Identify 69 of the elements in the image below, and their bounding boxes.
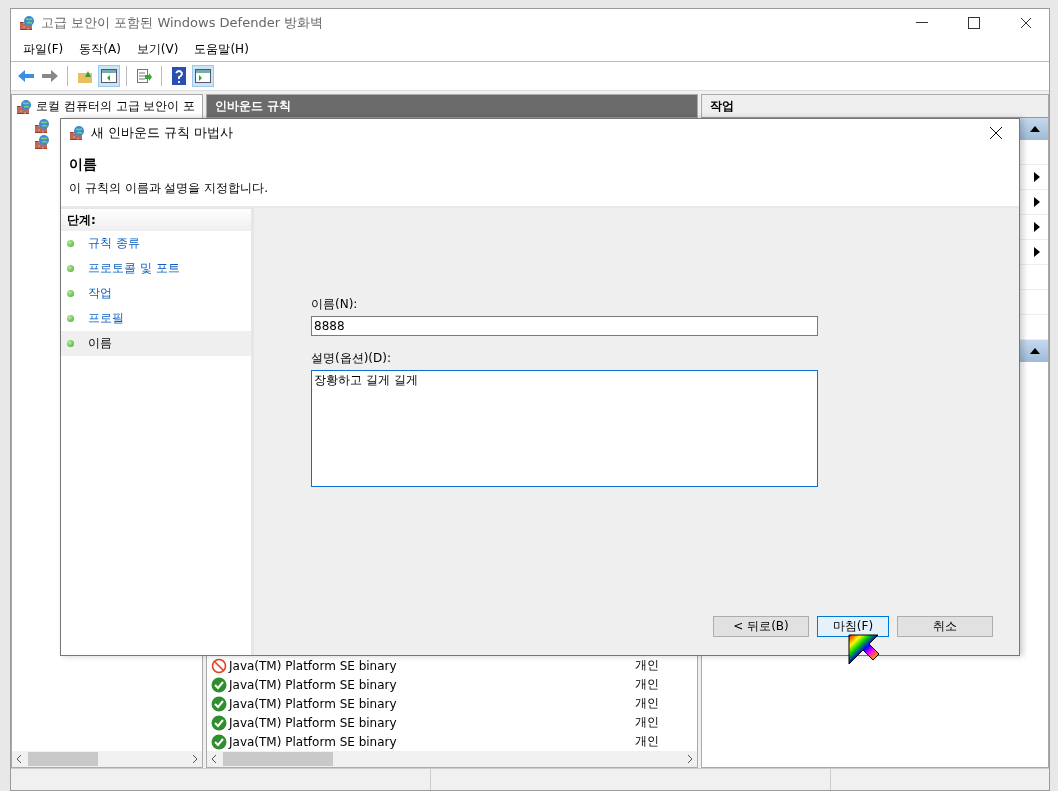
submenu-arrow-icon: [1034, 172, 1040, 182]
status-dot-icon: [67, 315, 74, 322]
cursor-icon: [848, 634, 880, 666]
scroll-left-icon[interactable]: [16, 754, 22, 764]
rule-name[interactable]: Java(TM) Platform SE binary: [229, 734, 397, 749]
dialog-title: 새 인바운드 규칙 마법사: [91, 123, 235, 142]
menu-item[interactable]: 동작(A): [71, 38, 129, 60]
firewall-icon: [16, 98, 32, 115]
rule-name[interactable]: Java(TM) Platform SE binary: [229, 677, 397, 692]
rule-name[interactable]: Java(TM) Platform SE binary: [229, 715, 397, 730]
collapse-arrow-icon: [1030, 126, 1040, 132]
menu-item[interactable]: 파일(F): [15, 38, 72, 60]
status-dot-icon: [67, 290, 74, 297]
page-description: 이 규칙의 이름과 설명을 지정합니다.: [69, 179, 270, 197]
pane-title: 인바운드 규칙: [207, 95, 697, 118]
profile-cell: 개인: [635, 733, 659, 750]
step-item[interactable]: 이름: [61, 331, 251, 356]
profile-cell: 개인: [635, 657, 659, 674]
dialog-button[interactable]: 취소: [897, 616, 993, 637]
status-dot-icon: [67, 240, 74, 247]
check-icon: [211, 676, 227, 693]
submenu-arrow-icon: [1034, 222, 1040, 232]
field-label: 설명(옵션)(D):: [311, 350, 392, 367]
firewall-icon: [34, 118, 50, 134]
firewall-icon: [69, 124, 85, 141]
scroll-left-icon[interactable]: [211, 754, 217, 764]
maximize-icon: [968, 17, 980, 29]
status-dot-icon: [67, 265, 74, 272]
horizontal-scrollbar[interactable]: [207, 751, 697, 767]
scroll-right-icon[interactable]: [192, 754, 198, 764]
firewall-icon: [19, 15, 35, 31]
profile-cell: 개인: [635, 714, 659, 731]
check-icon: [211, 695, 227, 712]
dialog-button[interactable]: 마침(F): [817, 616, 889, 637]
menu-item[interactable]: 도움말(H): [186, 38, 257, 60]
submenu-arrow-icon: [1034, 247, 1040, 257]
dialog-button[interactable]: < 뒤로(B): [713, 616, 809, 637]
forward-arrow-icon: [41, 69, 59, 83]
export-icon: [136, 68, 152, 84]
blocked-icon: [211, 657, 227, 674]
rule-name[interactable]: Java(TM) Platform SE binary: [229, 658, 397, 673]
status-dot-icon: [67, 340, 74, 347]
panel-icon: [195, 69, 211, 83]
name-field[interactable]: 8888: [311, 316, 818, 336]
toolbar-button[interactable]: [98, 65, 120, 87]
rule-name[interactable]: Java(TM) Platform SE binary: [229, 696, 397, 711]
profile-cell: 개인: [635, 695, 659, 712]
tree-item[interactable]: 로컬 컴퓨터의 고급 보안이 포: [36, 98, 196, 115]
minimize-icon: [916, 22, 928, 24]
horizontal-scrollbar[interactable]: [12, 751, 202, 767]
window-title: 고급 보안이 포함된 Windows Defender 방화벽: [41, 14, 325, 32]
collapse-arrow-icon: [1030, 348, 1040, 354]
back-arrow-icon: [17, 69, 35, 83]
help-icon: [172, 67, 186, 85]
menu-item[interactable]: 보기(V): [128, 38, 187, 60]
profile-cell: 개인: [635, 676, 659, 693]
toolbar-button[interactable]: [192, 65, 214, 87]
submenu-arrow-icon: [1034, 197, 1040, 207]
description-field[interactable]: 장황하고 길게 길게: [311, 370, 818, 487]
scroll-right-icon[interactable]: [687, 754, 693, 764]
check-icon: [211, 733, 227, 750]
close-icon: [989, 125, 1003, 140]
check-icon: [211, 714, 227, 731]
pane-title: 작업: [702, 95, 1048, 118]
firewall-icon: [34, 134, 50, 150]
close-icon: [1020, 17, 1032, 29]
panel-icon: [101, 69, 117, 83]
page-heading: 이름: [69, 155, 98, 174]
field-label: 이름(N):: [311, 296, 359, 313]
